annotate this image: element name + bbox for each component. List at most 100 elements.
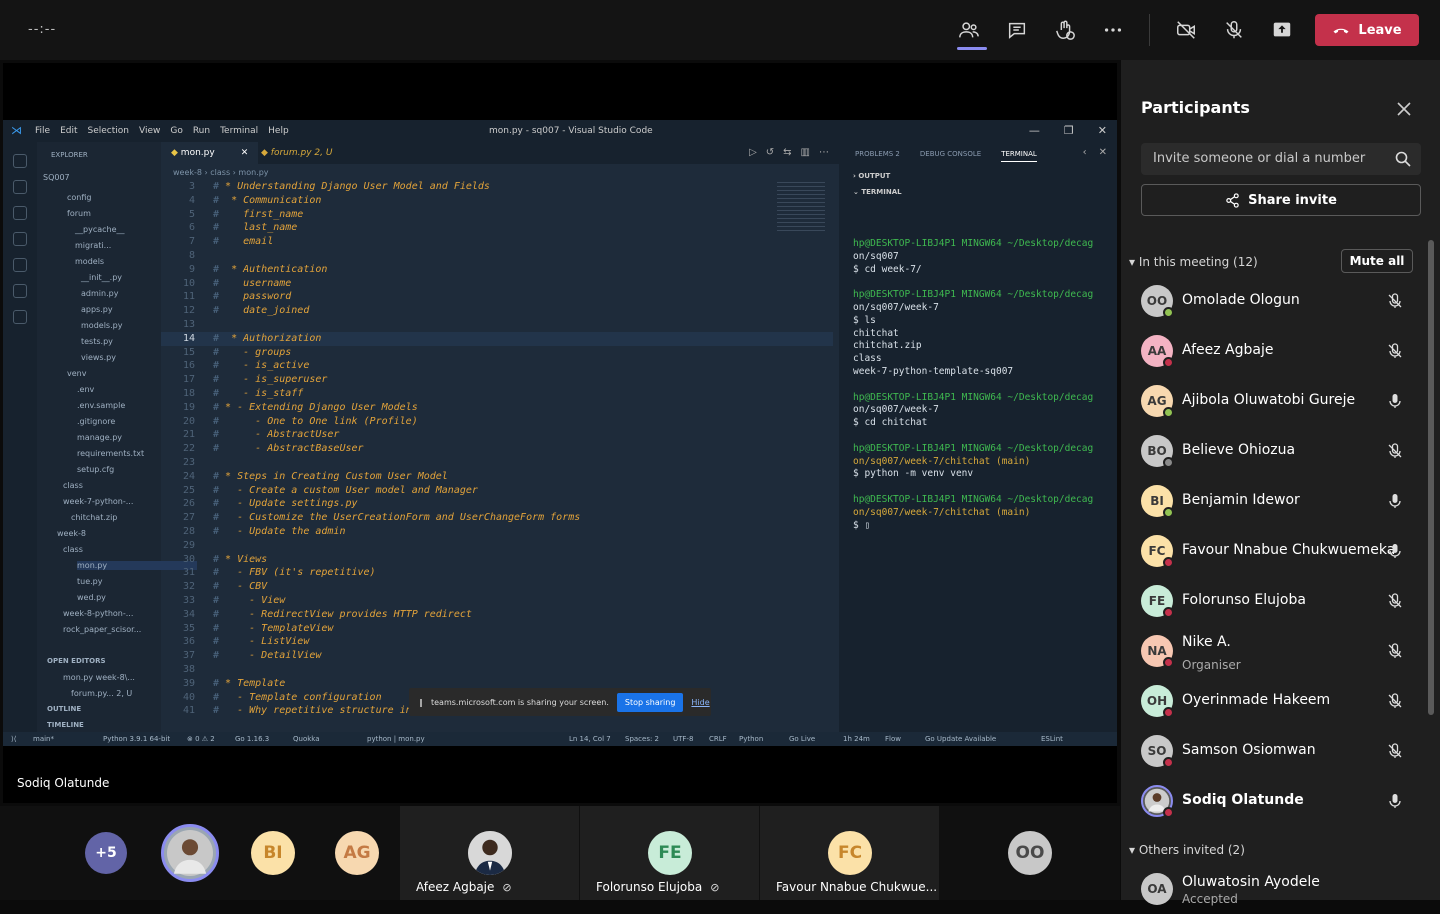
participant-row[interactable]: AG Ajibola Oluwatobi Gureje [1121, 376, 1421, 426]
avatar[interactable] [161, 824, 219, 882]
more-participants-button[interactable]: +5 [85, 832, 127, 874]
leave-button[interactable]: Leave [1315, 14, 1419, 46]
video-tile[interactable]: Afeez Agbaje ⊘ [400, 806, 579, 900]
line-number: 34 [182, 608, 195, 620]
others-invited-count: Others invited (2) [1138, 843, 1245, 857]
line-number: 8 [188, 250, 195, 261]
panel-scrollbar[interactable] [1428, 240, 1434, 715]
reactions-icon[interactable] [1051, 16, 1079, 44]
avatar[interactable]: OO [1008, 831, 1052, 875]
participant-row[interactable]: FC Favour Nnabue Chukwuemeka [1121, 526, 1421, 576]
mic-on-icon[interactable] [1386, 792, 1404, 810]
participant-row[interactable]: BO Believe Ohiozua [1121, 426, 1421, 476]
explorer-row: .env [77, 385, 95, 394]
mic-muted-icon: ⊘ [502, 880, 512, 894]
line-number: 16 [182, 360, 195, 372]
close-panel-button[interactable] [1395, 100, 1413, 118]
avatar[interactable]: BI [251, 831, 295, 875]
line-number: 24 [182, 470, 195, 482]
code-line: # - Customize the UserCreationForm and U… [213, 511, 580, 525]
participants-icon[interactable] [955, 16, 987, 50]
line-number: 36 [182, 636, 195, 648]
participant-row[interactable]: OO Omolade Ologun [1121, 276, 1421, 326]
participant-row[interactable]: BI Benjamin Idewor [1121, 476, 1421, 526]
participant-row[interactable]: NA Nike A. Organiser [1121, 626, 1421, 676]
participant-row[interactable]: OH Oyerinmade Hakeem [1121, 676, 1421, 726]
presence-dot [1163, 557, 1174, 568]
mic-muted-icon[interactable] [1386, 442, 1404, 460]
comment-text: - CBV [219, 581, 268, 593]
status-item: Python 3.9.1 64-bit [103, 735, 171, 743]
explorer-row: views.py [81, 353, 116, 362]
line-number: 27 [182, 512, 195, 524]
code-line: # - Update the admin [213, 525, 345, 539]
mic-muted-icon[interactable] [1386, 292, 1404, 310]
line-number: 3 [188, 181, 195, 192]
participant-row[interactable]: FE Folorunso Elujoba [1121, 576, 1421, 626]
comment-text: - DetailView [219, 650, 322, 662]
comment-text: * Views [219, 553, 268, 565]
status-item: Go Update Available [925, 735, 997, 743]
comment-text: - FBV (it's repetitive) [219, 567, 376, 579]
chat-icon[interactable] [1003, 16, 1031, 44]
remote-icon [13, 284, 27, 298]
mic-muted-icon[interactable] [1386, 742, 1404, 760]
participants-panel: Participants Invite someone or dial a nu… [1121, 60, 1440, 906]
compare-icon: ⇆ [783, 147, 792, 158]
mic-muted-icon[interactable] [1386, 592, 1404, 610]
comment-text: * - Extending Django User Models [219, 401, 418, 413]
participant-row[interactable]: SO Samson Osiomwan [1121, 726, 1421, 776]
participant-role: Accepted [1182, 892, 1238, 906]
invite-input[interactable]: Invite someone or dial a number [1141, 143, 1421, 175]
invited-row[interactable]: OA Oluwatosin Ayodele Accepted [1121, 864, 1421, 914]
code-editor: 3 # * Understanding Django User Model and… [161, 180, 833, 730]
explorer-row: models.py [81, 321, 123, 330]
invite-placeholder: Invite someone or dial a number [1153, 151, 1366, 166]
mic-on-icon[interactable] [1386, 392, 1404, 410]
line-number: 19 [182, 401, 195, 413]
mic-muted-icon[interactable] [1386, 642, 1404, 660]
mic-muted-icon[interactable] [1386, 342, 1404, 360]
code-line: # * Understanding Django User Model and … [213, 180, 490, 194]
mic-muted-icon[interactable] [1386, 692, 1404, 710]
share-invite-button[interactable]: Share invite [1141, 184, 1421, 216]
vscode-titlebar: ⋊ File Edit Selection View Go Run Terminal Help… [3, 120, 1117, 142]
toolbar-divider [1149, 14, 1150, 46]
presence-dot [1163, 507, 1174, 518]
others-invited-section-toggle[interactable]: ▾ Others invited (2) [1129, 843, 1245, 857]
explorer-row: apps.py [81, 305, 113, 314]
mic-on-icon[interactable] [1386, 492, 1404, 510]
mic-off-icon[interactable] [1220, 16, 1248, 44]
video-tile[interactable]: FC Favour Nnabue Chukwue... [760, 806, 939, 900]
status-item: Go Live [789, 735, 816, 743]
panel-title: Participants [1141, 98, 1250, 117]
status-item: UTF-8 [673, 735, 694, 743]
status-item: Flow [885, 735, 901, 743]
vscode-activity-bar [3, 142, 37, 732]
hide-notice-link[interactable]: Hide [691, 698, 709, 707]
terminal-line: $ python -m venv venv [853, 468, 974, 480]
terminal-line: hp@DESKTOP-LIBJ4P1 MINGW64 ~/Desktop/dec… [853, 442, 1094, 454]
presence-dot [1163, 707, 1174, 718]
comment-text: - is_superuser [219, 374, 328, 386]
stop-sharing-button[interactable]: Stop sharing [616, 692, 684, 712]
share-screen-icon[interactable] [1268, 16, 1296, 44]
participant-row[interactable]: Sodiq Olatunde [1121, 776, 1421, 826]
explorer-row: rock_paper_scisor... [63, 625, 142, 634]
source-control-icon [13, 206, 27, 220]
status-item: Spaces: 2 [625, 735, 660, 743]
more-options-icon[interactable] [1099, 16, 1127, 44]
avatar[interactable]: AG [335, 831, 379, 875]
in-meeting-section-toggle[interactable]: ▾ In this meeting (12) [1129, 255, 1258, 269]
extensions-icon [13, 258, 27, 272]
video-tile[interactable]: FE Folorunso Elujoba ⊘ [580, 806, 759, 900]
mic-on-icon[interactable] [1386, 542, 1404, 560]
status-item: main* [33, 735, 54, 743]
camera-off-icon[interactable] [1172, 16, 1200, 44]
avatar: FC [828, 831, 872, 875]
line-number: 15 [182, 346, 195, 358]
shared-vscode-window: ⋊ File Edit Selection View Go Run Terminal Help… [3, 120, 1117, 746]
vscode-window-title: mon.py - sq007 - Visual Studio Code [489, 126, 653, 136]
mute-all-button[interactable]: Mute all [1341, 249, 1413, 273]
participant-row[interactable]: AA Afeez Agbaje [1121, 326, 1421, 376]
